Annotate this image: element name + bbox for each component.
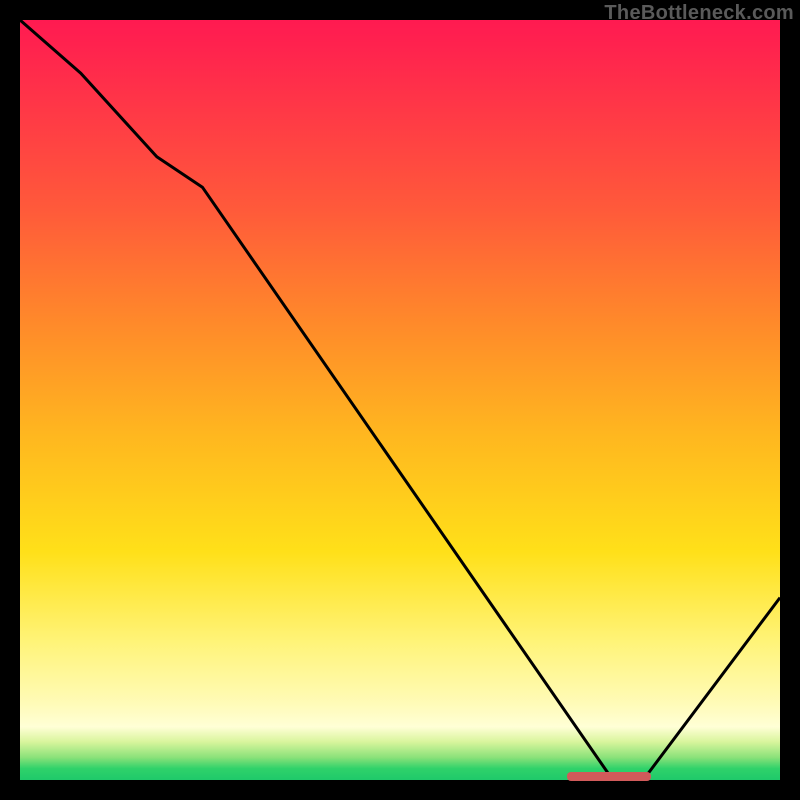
optimal-range-marker bbox=[567, 772, 651, 781]
watermark-text: TheBottleneck.com bbox=[604, 2, 794, 25]
outer-frame: TheBottleneck.com bbox=[0, 0, 800, 800]
gradient-plot-area bbox=[20, 20, 780, 780]
